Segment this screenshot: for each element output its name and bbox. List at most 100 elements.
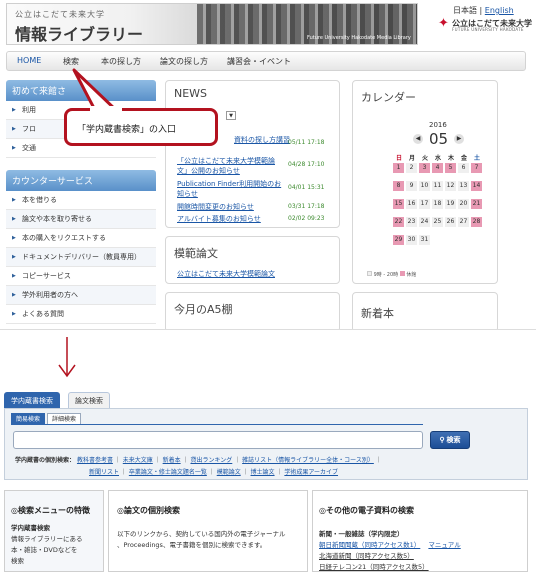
news-item-link[interactable]: 「公立はこだて未来大学模範論文」公開のお知らせ [177,156,281,176]
calendar-day[interactable]: 12 [445,181,456,191]
search-box: 簡易検索 詳細検索 ⚲ 検索 学内蔵書の個別検索： 教科書参考書 ｜ 未来大文庫… [4,408,528,480]
calendar-day[interactable]: 28 [471,217,482,227]
legend-open: 9時 - 20時 [373,272,399,278]
news-item-date: 04/28 17:10 [288,161,325,168]
search-button-label: 検索 [446,437,461,444]
sidebar-item-copy[interactable]: コピーサービス [6,267,156,286]
sidebar-item-request[interactable]: 本の購入をリクエストする [6,229,156,248]
calendar-month: 05 [429,130,449,148]
calendar-day[interactable]: 7 [471,163,482,173]
calendar-day[interactable]: 24 [419,217,430,227]
index-link-doctoral[interactable]: 博士論文 [251,469,275,476]
index-link-textbooks[interactable]: 教科書参考書 [77,457,113,464]
search-button[interactable]: ⚲ 検索 [430,431,470,449]
tab-simple-search[interactable]: 簡易検索 [11,413,46,424]
calendar-day[interactable]: 19 [445,199,456,209]
site-banner[interactable]: 公立はこだて未来大学 情報ライブラリー Future University Ha… [6,3,418,45]
model-papers-title: 模範論文 [174,247,218,260]
calendar-day[interactable]: 29 [393,235,404,245]
calendar-day[interactable]: 16 [406,199,417,209]
calendar-day[interactable]: 25 [432,217,443,227]
callout-text: 「学内蔵書検索」の入口 [77,125,177,135]
paper-search-text: 、Proceedings、電子書籍を個別に検索できます。 [117,541,267,549]
index-link-ranking[interactable]: 貸出ランキング [190,457,232,464]
nikkei-link[interactable]: 日経テレコン21（同時アクセス数5） [319,562,429,573]
calendar-day[interactable]: 18 [432,199,443,209]
sidebar-item-order[interactable]: 論文や本を取り寄せる [6,210,156,229]
paper-search-head: ◎論文の個別検索 [117,506,180,515]
calendar-day[interactable]: 14 [471,181,482,191]
news-item-link[interactable]: Publication Finder利用開始のお知らせ [177,179,285,199]
day-name-thu: 木 [447,155,454,162]
news-item-link[interactable]: 開館時間変更のお知らせ [177,202,254,212]
sidebar-item-delivery[interactable]: ドキュメントデリバリー（教員専用） [6,248,156,267]
calendar-day[interactable]: 3 [419,163,430,173]
search-input[interactable] [13,431,423,449]
calendar-day[interactable]: 20 [458,199,469,209]
calendar-day[interactable]: 4 [432,163,443,173]
calendar-day[interactable]: 26 [445,217,456,227]
nav-search[interactable]: 検索 [63,56,79,67]
lang-ja[interactable]: 日本語 [453,6,477,15]
calendar-day[interactable]: 23 [406,217,417,227]
calendar-day[interactable]: 22 [393,217,404,227]
calendar-day[interactable]: 10 [419,181,430,191]
calendar-day[interactable]: 11 [432,181,443,191]
calendar-day[interactable]: 5 [445,163,456,173]
search-menu-features-box: ◎検索メニューの特徴 学内蔵書検索 情報ライブラリーにある 本・雑誌・DVDなど… [4,490,104,572]
calendar-day[interactable]: 2 [406,163,417,173]
index-links-row: 学内蔵書の個別検索： 教科書参考書 ｜ 未来大文庫 ｜ 新着本 ｜ 貸出ランキン… [15,457,382,464]
day-name-tue: 火 [421,155,428,162]
nav-find-papers[interactable]: 論文の探し方 [160,56,208,67]
news-item-link[interactable]: アルバイト募集のお知らせ [177,214,261,224]
calendar-day[interactable]: 17 [419,199,430,209]
nav-find-books[interactable]: 本の探し方 [101,56,141,67]
university-logo[interactable]: ✦ 公立はこだて未来大学 FUTURE UNIVERSITY HAKODATE [438,17,534,33]
sidebar-item-borrow[interactable]: 本を借りる [6,191,156,210]
model-papers-link[interactable]: 公立はこだて未来大学模範論文 [177,269,275,279]
sidebar-item-faq[interactable]: よくある質問 [6,305,156,324]
news-item-link[interactable]: 資料の探し方講習 [234,135,290,145]
tab-detail-search[interactable]: 詳細検索 [47,413,82,424]
calendar-day[interactable]: 6 [458,163,469,173]
calendar-legend: 9時 - 20時 休館 [367,271,416,278]
features-text: 検索 [11,557,24,565]
calendar-day[interactable]: 30 [406,235,417,245]
calendar-day[interactable]: 13 [458,181,469,191]
index-label: 学内蔵書の個別検索： [15,457,76,464]
prev-month-icon[interactable]: ◀ [413,134,423,144]
manual-link[interactable]: マニュアル [428,541,460,549]
features-sub: 学内蔵書検索 [11,524,50,532]
calendar-day[interactable]: 21 [471,199,482,209]
banner-subtitle: 公立はこだて未来大学 [15,10,105,19]
new-books-panel: 新着本 [352,292,498,329]
nav-events[interactable]: 講習会・イベント [227,56,291,67]
index-link-new-books[interactable]: 新着本 [163,457,181,464]
tab-library-search[interactable]: 学内蔵書検索 [4,392,60,409]
sidebar-counter-services: カウンターサービス 本を借りる 論文や本を取り寄せる 本の購入をリクエストする … [6,170,156,324]
asahi-link[interactable]: 朝日新聞聞蔵（同時アクセス数1） [319,541,420,549]
calendar-day[interactable]: 31 [419,235,430,245]
sidebar-item-outside-users[interactable]: 学外利用者の方へ [6,286,156,305]
index-link-archive[interactable]: 学術成果アーカイブ [284,469,338,476]
index-link-journals[interactable]: 雑誌リスト（情報ライブラリー全体・コース別） [242,457,374,464]
hokkaido-link[interactable]: 北海道新聞（同時アクセス数5） [319,551,414,562]
news-dropdown-icon[interactable]: ▼ [226,111,236,120]
paper-search-text: 以下のリンクから、契約している国内外の電子ジャーナル [117,530,286,538]
next-month-icon[interactable]: ▶ [454,134,464,144]
index-link-theses[interactable]: 卒業論文・修士論文題名一覧 [129,469,207,476]
index-link-model-papers[interactable]: 模範論文 [217,469,241,476]
features-text: 本・雑誌・DVDなどを [11,546,78,554]
lang-en-link[interactable]: English [485,6,514,15]
calendar-day[interactable]: 1 [393,163,404,173]
index-link-newspapers[interactable]: 新聞リスト [89,469,119,476]
tab-paper-search[interactable]: 論文検索 [68,392,110,409]
index-link-fun-library[interactable]: 未来大文庫 [123,457,153,464]
calendar-day[interactable]: 8 [393,181,404,191]
calendar-day[interactable]: 9 [406,181,417,191]
calendar-day[interactable]: 27 [458,217,469,227]
nav-home[interactable]: HOME [17,56,41,65]
calendar-day[interactable]: 15 [393,199,404,209]
mini-tab-divider [11,424,423,425]
search-page-screenshot: 学内蔵書検索 論文検索 簡易検索 詳細検索 ⚲ 検索 学内蔵書の個別検索： 教科… [0,392,536,572]
